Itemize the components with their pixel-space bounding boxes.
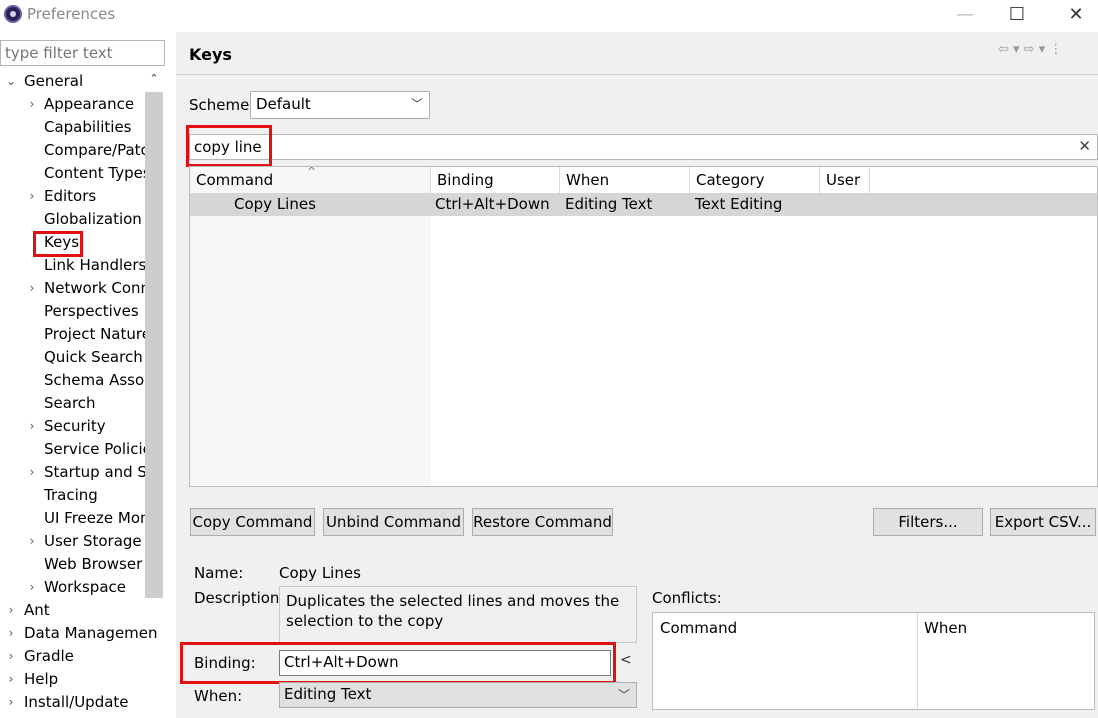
tree-item-label: Editors <box>44 187 97 205</box>
tree-item-label: Network Conn <box>44 279 151 297</box>
close-button[interactable]: ✕ <box>1064 4 1088 26</box>
tree-item-label: Capabilities <box>44 118 132 136</box>
tree-item-label: UI Freeze Mon <box>44 509 150 527</box>
page-title: Keys <box>189 45 232 64</box>
chevron-right-icon[interactable]: › <box>4 599 18 622</box>
tree-item-label: Compare/Patch <box>44 141 159 159</box>
scheme-value: Default <box>256 95 311 113</box>
chevron-right-icon[interactable]: › <box>25 415 39 438</box>
description-label: Description: <box>194 589 285 607</box>
chevron-down-icon[interactable]: ⌄ <box>4 70 18 93</box>
title-bar <box>0 0 1098 32</box>
column-header-binding[interactable]: Binding <box>431 167 560 193</box>
chevron-right-icon[interactable]: › <box>25 185 39 208</box>
chevron-right-icon[interactable]: › <box>25 576 39 599</box>
scheme-label: Scheme: <box>189 96 255 114</box>
column-header-category[interactable]: Category <box>690 167 820 193</box>
tree-item-label: Project Natures <box>44 325 159 343</box>
history-nav-icon[interactable]: ⇦ ▾ ⇨ ▾ ⋮ <box>998 42 1062 57</box>
conflicts-table: Command When <box>652 612 1095 710</box>
unbind-command-button[interactable]: Unbind Command <box>323 508 464 536</box>
chevron-right-icon[interactable]: › <box>4 691 18 714</box>
tree-item-label: Install/Update <box>24 693 129 711</box>
clear-filter-icon[interactable]: ✕ <box>1078 137 1091 155</box>
tree-item-label: Tracing <box>44 486 98 504</box>
conflicts-label: Conflicts: <box>652 589 722 607</box>
row-when: Editing Text <box>565 195 653 213</box>
preferences-tree: ⌄ General › Appearance Capabilities Compare/P… <box>0 70 163 718</box>
name-value: Copy Lines <box>279 564 361 582</box>
chevron-right-icon[interactable]: › <box>25 530 39 553</box>
tree-item-label: Security <box>44 417 106 435</box>
tree-item-label: Quick Search <box>44 348 143 366</box>
restore-command-button[interactable]: Restore Command <box>472 508 613 536</box>
minimize-button[interactable]: — <box>953 4 977 26</box>
export-csv-button[interactable]: Export CSV... <box>990 508 1096 536</box>
tree-item-label: Globalization <box>44 210 142 228</box>
app-icon <box>4 5 22 23</box>
tree-item-label: Service Policies <box>44 440 160 458</box>
binding-menu-icon[interactable]: < <box>620 652 632 668</box>
column-header-when[interactable]: When <box>560 167 690 193</box>
scheme-select[interactable]: Default ﹀ <box>250 91 430 119</box>
filter-highlight-box <box>186 125 272 167</box>
name-label: Name: <box>194 564 244 582</box>
tree-item-label: Perspectives <box>44 302 139 320</box>
tree-scrollbar-thumb[interactable] <box>145 92 163 598</box>
title-divider <box>176 74 1098 75</box>
keys-filter-input[interactable]: copy line ✕ <box>189 134 1098 160</box>
tree-item-label: Startup and Sh <box>44 463 157 481</box>
conflicts-header-command[interactable]: Command <box>660 619 737 637</box>
window-title: Preferences <box>27 5 116 23</box>
description-text: Duplicates the selected lines and moves … <box>279 586 637 643</box>
when-select[interactable]: Editing Text ﹀ <box>279 682 637 708</box>
sort-ascending-icon: ^ <box>307 165 317 178</box>
row-category: Text Editing <box>695 195 783 213</box>
preferences-filter-input[interactable] <box>0 40 165 66</box>
tree-item-label: Workspace <box>44 578 126 596</box>
chevron-down-icon: ﹀ <box>617 688 630 702</box>
column-header-user[interactable]: User <box>820 167 870 193</box>
tree-item-label: Link Handlers <box>44 256 147 274</box>
tree-item-label: Help <box>24 670 59 688</box>
tree-item-label: Search <box>44 394 96 412</box>
tree-item-label: Content Types <box>44 164 151 182</box>
scroll-up-icon[interactable]: ⌃ <box>146 72 162 90</box>
conflicts-header-when[interactable]: When <box>924 619 967 637</box>
when-label: When: <box>194 687 243 705</box>
chevron-right-icon[interactable]: › <box>4 645 18 668</box>
tree-item-label: Appearance <box>44 95 135 113</box>
chevron-right-icon[interactable]: › <box>4 622 18 645</box>
tree-item-label: User Storage S <box>44 532 156 550</box>
tree-item-label: General <box>24 72 84 90</box>
chevron-right-icon[interactable]: › <box>25 461 39 484</box>
column-divider <box>917 613 918 709</box>
key-bindings-table: Command ^ Binding When Category User Cop… <box>189 165 1098 487</box>
tree-item-label: Ant <box>24 601 50 619</box>
chevron-right-icon[interactable]: › <box>4 668 18 691</box>
chevron-down-icon: ﹀ <box>410 97 423 111</box>
tree-item-label: Data Managemen <box>24 624 158 642</box>
tree-item-label: Schema Associ <box>44 371 157 389</box>
row-command: Copy Lines <box>234 195 316 213</box>
copy-command-button[interactable]: Copy Command <box>190 508 315 536</box>
row-binding: Ctrl+Alt+Down <box>435 195 550 213</box>
binding-highlight-box <box>180 642 616 684</box>
chevron-right-icon[interactable]: › <box>25 277 39 300</box>
tree-item-label: Web Browser <box>44 555 143 573</box>
filters-button[interactable]: Filters... <box>873 508 983 536</box>
chevron-right-icon[interactable]: › <box>25 93 39 116</box>
when-value: Editing Text <box>284 685 372 703</box>
keys-highlight-box <box>33 231 83 257</box>
maximize-button[interactable]: ☐ <box>1005 4 1029 26</box>
tree-item-label: Gradle <box>24 647 74 665</box>
